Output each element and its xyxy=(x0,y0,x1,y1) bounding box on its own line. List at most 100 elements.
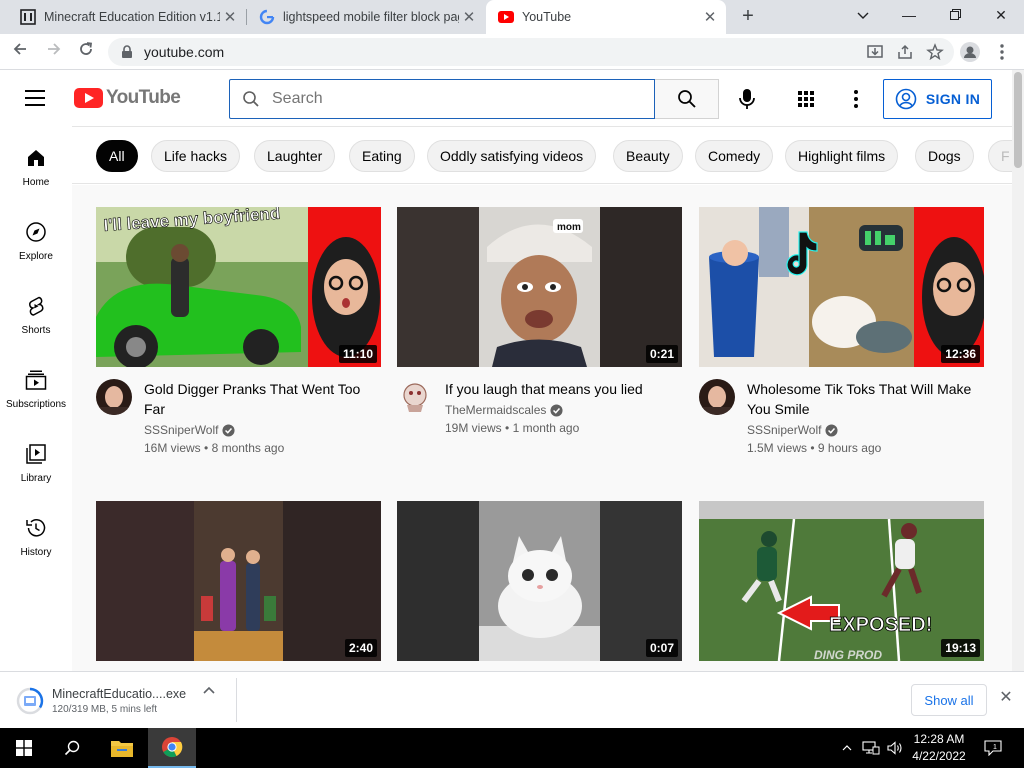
voice-search-button[interactable] xyxy=(728,80,766,118)
hamburger-menu-icon[interactable] xyxy=(25,90,45,106)
close-shelf-icon[interactable]: ✕ xyxy=(996,688,1016,708)
verified-check-icon xyxy=(825,423,839,437)
chip-laughter[interactable]: Laughter xyxy=(254,140,336,172)
chip-life-hacks[interactable]: Life hacks xyxy=(151,140,241,172)
channel-name[interactable]: SSSniperWolf xyxy=(144,423,236,437)
close-window-button[interactable]: ✕ xyxy=(978,0,1024,30)
install-app-icon[interactable] xyxy=(866,43,884,61)
search-input[interactable] xyxy=(272,90,632,108)
search-button[interactable] xyxy=(655,79,719,119)
lock-icon[interactable] xyxy=(120,45,134,59)
video-thumbnail[interactable]: I'll leave my boyfriend 11:10 xyxy=(96,207,381,367)
video-title[interactable]: If you laugh that means you lied xyxy=(445,379,675,399)
reload-button[interactable] xyxy=(72,38,100,66)
volume-button[interactable] xyxy=(884,728,906,768)
arrow-left-icon xyxy=(13,43,26,55)
guide-sidebar: Home Explore Shorts Subscriptions Librar… xyxy=(0,126,72,671)
video-duration: 12:36 xyxy=(941,345,980,363)
sidebar-item-label: History xyxy=(20,547,52,558)
download-status: 120/319 MB, 5 mins left xyxy=(52,704,158,715)
video-thumbnail[interactable]: 2:40 xyxy=(96,501,381,661)
tab-youtube[interactable]: YouTube ✕ xyxy=(486,0,726,34)
view-count: 19M views xyxy=(445,421,502,435)
scrollbar-thumb[interactable] xyxy=(1014,72,1022,168)
file-explorer-button[interactable] xyxy=(98,728,146,768)
chevron-up-icon[interactable] xyxy=(203,683,215,697)
tab-minecraft[interactable]: Minecraft Education Edition v1.18 ✕ xyxy=(0,0,246,34)
close-tab-icon[interactable]: ✕ xyxy=(700,8,720,26)
taskbar-search-button[interactable] xyxy=(48,728,96,768)
chip-comedy[interactable]: Comedy xyxy=(695,140,774,172)
network-button[interactable] xyxy=(860,728,882,768)
chrome-menu-button[interactable] xyxy=(988,38,1016,66)
system-clock[interactable]: 12:28 AM 4/22/2022 xyxy=(905,731,973,765)
youtube-play-icon xyxy=(74,88,103,108)
bookmark-star-icon[interactable] xyxy=(926,43,944,61)
chip-highlight-films[interactable]: Highlight films xyxy=(785,140,899,172)
library-icon xyxy=(26,444,46,464)
chip-all[interactable]: All xyxy=(96,140,138,172)
video-card[interactable]: 2:40 xyxy=(96,501,381,661)
chrome-taskbar-button[interactable] xyxy=(148,728,196,768)
sidebar-item-history[interactable]: History xyxy=(0,496,72,570)
youtube-apps-button[interactable] xyxy=(795,88,817,110)
video-card[interactable]: I'll leave my boyfriend 11:10 Gold Digge… xyxy=(96,207,381,477)
svg-text:1: 1 xyxy=(993,744,997,751)
sidebar-item-label: Subscriptions xyxy=(5,399,67,410)
restore-button[interactable] xyxy=(932,0,978,30)
search-field[interactable] xyxy=(229,79,655,119)
close-tab-icon[interactable]: ✕ xyxy=(459,8,479,26)
video-title[interactable]: Gold Digger Pranks That Went Too Far xyxy=(144,379,374,419)
video-card[interactable]: EXPOSED! DING PROD 19:13 xyxy=(699,501,984,661)
new-tab-button[interactable]: + xyxy=(736,5,760,29)
chip-partial[interactable]: F xyxy=(988,140,1012,172)
channel-name[interactable]: TheMermaidscales xyxy=(445,403,563,417)
video-card[interactable]: 0:07 xyxy=(397,501,682,661)
chip-eating[interactable]: Eating xyxy=(349,140,415,172)
page-scrollbar[interactable] xyxy=(1012,70,1024,672)
sidebar-item-home[interactable]: Home xyxy=(0,126,72,200)
video-card[interactable]: 12:36 Wholesome Tik Toks That Will Make … xyxy=(699,207,984,477)
tab-lightspeed[interactable]: lightspeed mobile filter block page ✕ xyxy=(247,0,485,34)
address-bar[interactable]: youtube.com xyxy=(108,38,954,66)
video-card[interactable]: mom 0:21 If you laugh that means you lie… xyxy=(397,207,682,477)
sidebar-item-library[interactable]: Library xyxy=(0,422,72,496)
sidebar-item-shorts[interactable]: Shorts xyxy=(0,274,72,348)
video-thumbnail[interactable]: mom 0:21 xyxy=(397,207,682,367)
chip-oddly-satisfying[interactable]: Oddly satisfying videos xyxy=(427,140,597,172)
more-vertical-icon xyxy=(854,90,858,108)
channel-name[interactable]: SSSniperWolf xyxy=(747,423,839,437)
chip-beauty[interactable]: Beauty xyxy=(613,140,683,172)
youtube-logo[interactable]: YouTube xyxy=(74,87,181,109)
video-title[interactable]: Wholesome Tik Toks That Will Make You Sm… xyxy=(747,379,977,419)
close-tab-icon[interactable]: ✕ xyxy=(220,8,240,26)
video-thumbnail[interactable]: 0:07 xyxy=(397,501,682,661)
channel-avatar[interactable] xyxy=(397,379,433,415)
channel-avatar[interactable] xyxy=(699,379,735,415)
share-icon[interactable] xyxy=(896,43,914,61)
action-center-button[interactable]: 1 xyxy=(982,728,1004,768)
tab-search-button[interactable] xyxy=(840,0,886,30)
chip-dogs[interactable]: Dogs xyxy=(915,140,974,172)
video-thumbnail[interactable]: 12:36 xyxy=(699,207,984,367)
channel-avatar[interactable] xyxy=(96,379,132,415)
upload-age: 8 months ago xyxy=(211,441,285,455)
sign-in-button[interactable]: SIGN IN xyxy=(883,79,992,119)
forward-button[interactable] xyxy=(40,38,68,66)
settings-more-button[interactable] xyxy=(845,88,867,110)
video-thumbnail[interactable]: EXPOSED! DING PROD 19:13 xyxy=(699,501,984,661)
profile-button[interactable] xyxy=(956,38,984,66)
show-hidden-icons-button[interactable] xyxy=(838,728,856,768)
sidebar-item-subscriptions[interactable]: Subscriptions xyxy=(0,348,72,422)
minimize-button[interactable]: — xyxy=(886,0,932,30)
windows-logo-icon xyxy=(16,740,32,756)
show-all-downloads-button[interactable]: Show all xyxy=(911,684,987,716)
back-button[interactable] xyxy=(6,38,34,66)
google-icon xyxy=(259,9,275,25)
sidebar-item-explore[interactable]: Explore xyxy=(0,200,72,274)
windows-taskbar: 12:28 AM 4/22/2022 1 xyxy=(0,728,1024,768)
restore-icon xyxy=(949,9,961,20)
video-stats: 19M views • 1 month ago xyxy=(445,421,580,435)
video-stats: 16M views • 8 months ago xyxy=(144,441,285,455)
start-button[interactable] xyxy=(0,728,48,768)
